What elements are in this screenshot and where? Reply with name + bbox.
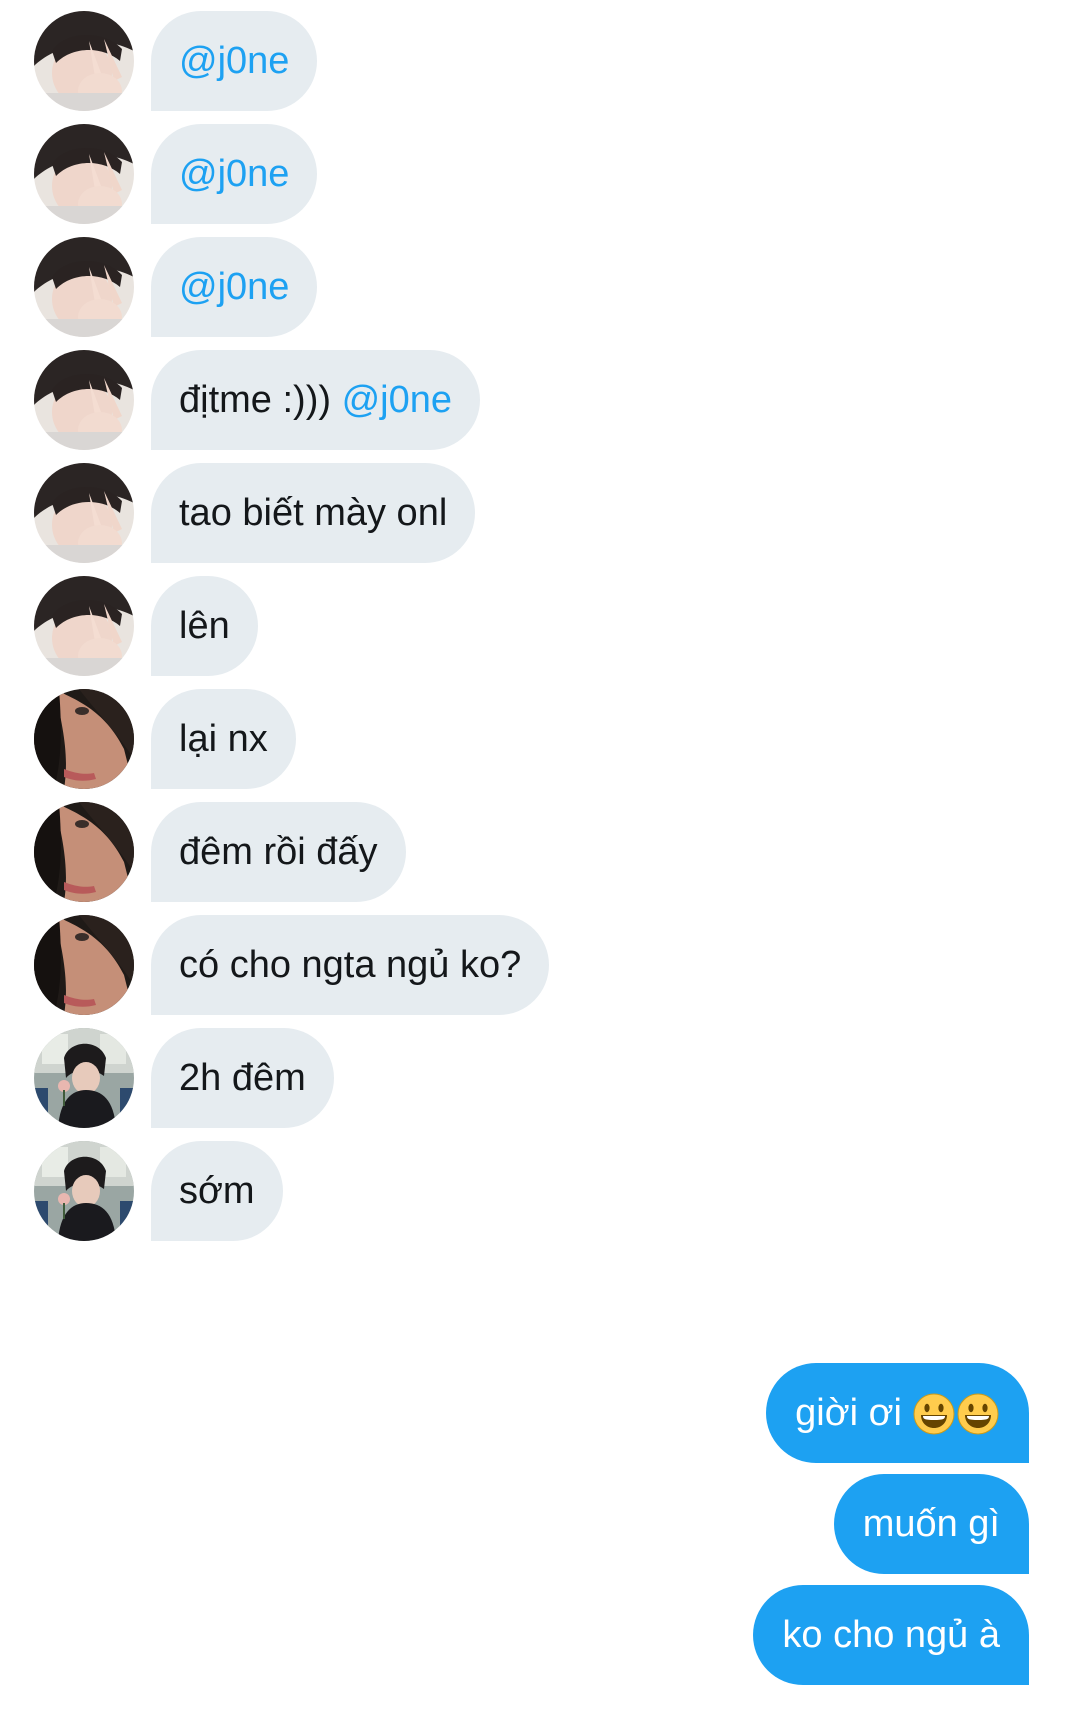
mention-link[interactable]: @j0ne [179,153,289,195]
message-bubble-outgoing[interactable]: muốn gì [833,1474,1029,1574]
message-bubble[interactable]: @j0ne [151,11,318,111]
message-row-incoming: đêm rồi đấy [0,802,1080,902]
message-text: lên [179,605,230,647]
message-text: sớm [179,1170,255,1212]
message-row-incoming: địtme :))) @j0ne [0,350,1080,450]
sender-avatar[interactable] [34,11,134,111]
sender-avatar[interactable] [34,1028,134,1128]
message-bubble[interactable]: có cho ngta ngủ ko? [151,915,550,1015]
message-bubble[interactable]: lại nx [151,689,296,789]
sender-avatar[interactable] [34,237,134,337]
message-row-incoming: tao biết mày onl [0,463,1080,563]
message-text: địtme :))) [179,379,342,421]
message-row-incoming: @j0ne [0,11,1080,111]
message-row-incoming: lên [0,576,1080,676]
message-row-incoming: 2h đêm [0,1028,1080,1128]
message-text: 2h đêm [179,1057,306,1099]
sender-avatar[interactable] [34,124,134,224]
sender-avatar[interactable] [34,1141,134,1241]
conversation-thread[interactable]: @j0ne @j0ne @j0ne địtme :))) @j0ne tao b… [0,0,1080,1719]
message-row-incoming: @j0ne [0,124,1080,224]
message-row-incoming: @j0ne [0,237,1080,337]
message-bubble[interactable]: 2h đêm [151,1028,334,1128]
emoji-group [912,1362,1000,1462]
message-row-incoming: sớm [0,1141,1080,1241]
sender-avatar[interactable] [34,576,134,676]
message-bubble[interactable]: sớm [151,1141,283,1241]
mention-link[interactable]: @j0ne [342,379,452,421]
message-row-incoming: có cho ngta ngủ ko? [0,915,1080,1015]
message-bubble-outgoing[interactable]: giời ơi [766,1363,1029,1463]
sender-avatar[interactable] [34,689,134,789]
mention-link[interactable]: @j0ne [179,40,289,82]
message-bubble[interactable]: địtme :))) @j0ne [151,350,480,450]
message-text: đêm rồi đấy [179,831,378,873]
message-text: tao biết mày onl [179,492,448,534]
message-text: lại nx [179,718,268,760]
message-row-incoming: lại nx [0,689,1080,789]
message-bubble[interactable]: @j0ne [151,237,318,337]
sender-avatar[interactable] [34,802,134,902]
message-text: ko cho ngủ à [782,1614,1000,1656]
grinning-face-icon [956,1392,1000,1436]
sender-avatar[interactable] [34,350,134,450]
message-text: giời ơi [795,1392,902,1434]
sender-avatar[interactable] [34,463,134,563]
message-bubble[interactable]: @j0ne [151,124,318,224]
mention-link[interactable]: @j0ne [179,266,289,308]
message-bubble[interactable]: lên [151,576,258,676]
grinning-face-icon [912,1392,956,1436]
message-text: có cho ngta ngủ ko? [179,944,522,986]
message-text: muốn gì [862,1503,1000,1545]
message-bubble[interactable]: đêm rồi đấy [151,802,406,902]
message-bubble[interactable]: tao biết mày onl [151,463,476,563]
message-bubble-outgoing[interactable]: ko cho ngủ à [753,1585,1029,1685]
sender-avatar[interactable] [34,915,134,1015]
